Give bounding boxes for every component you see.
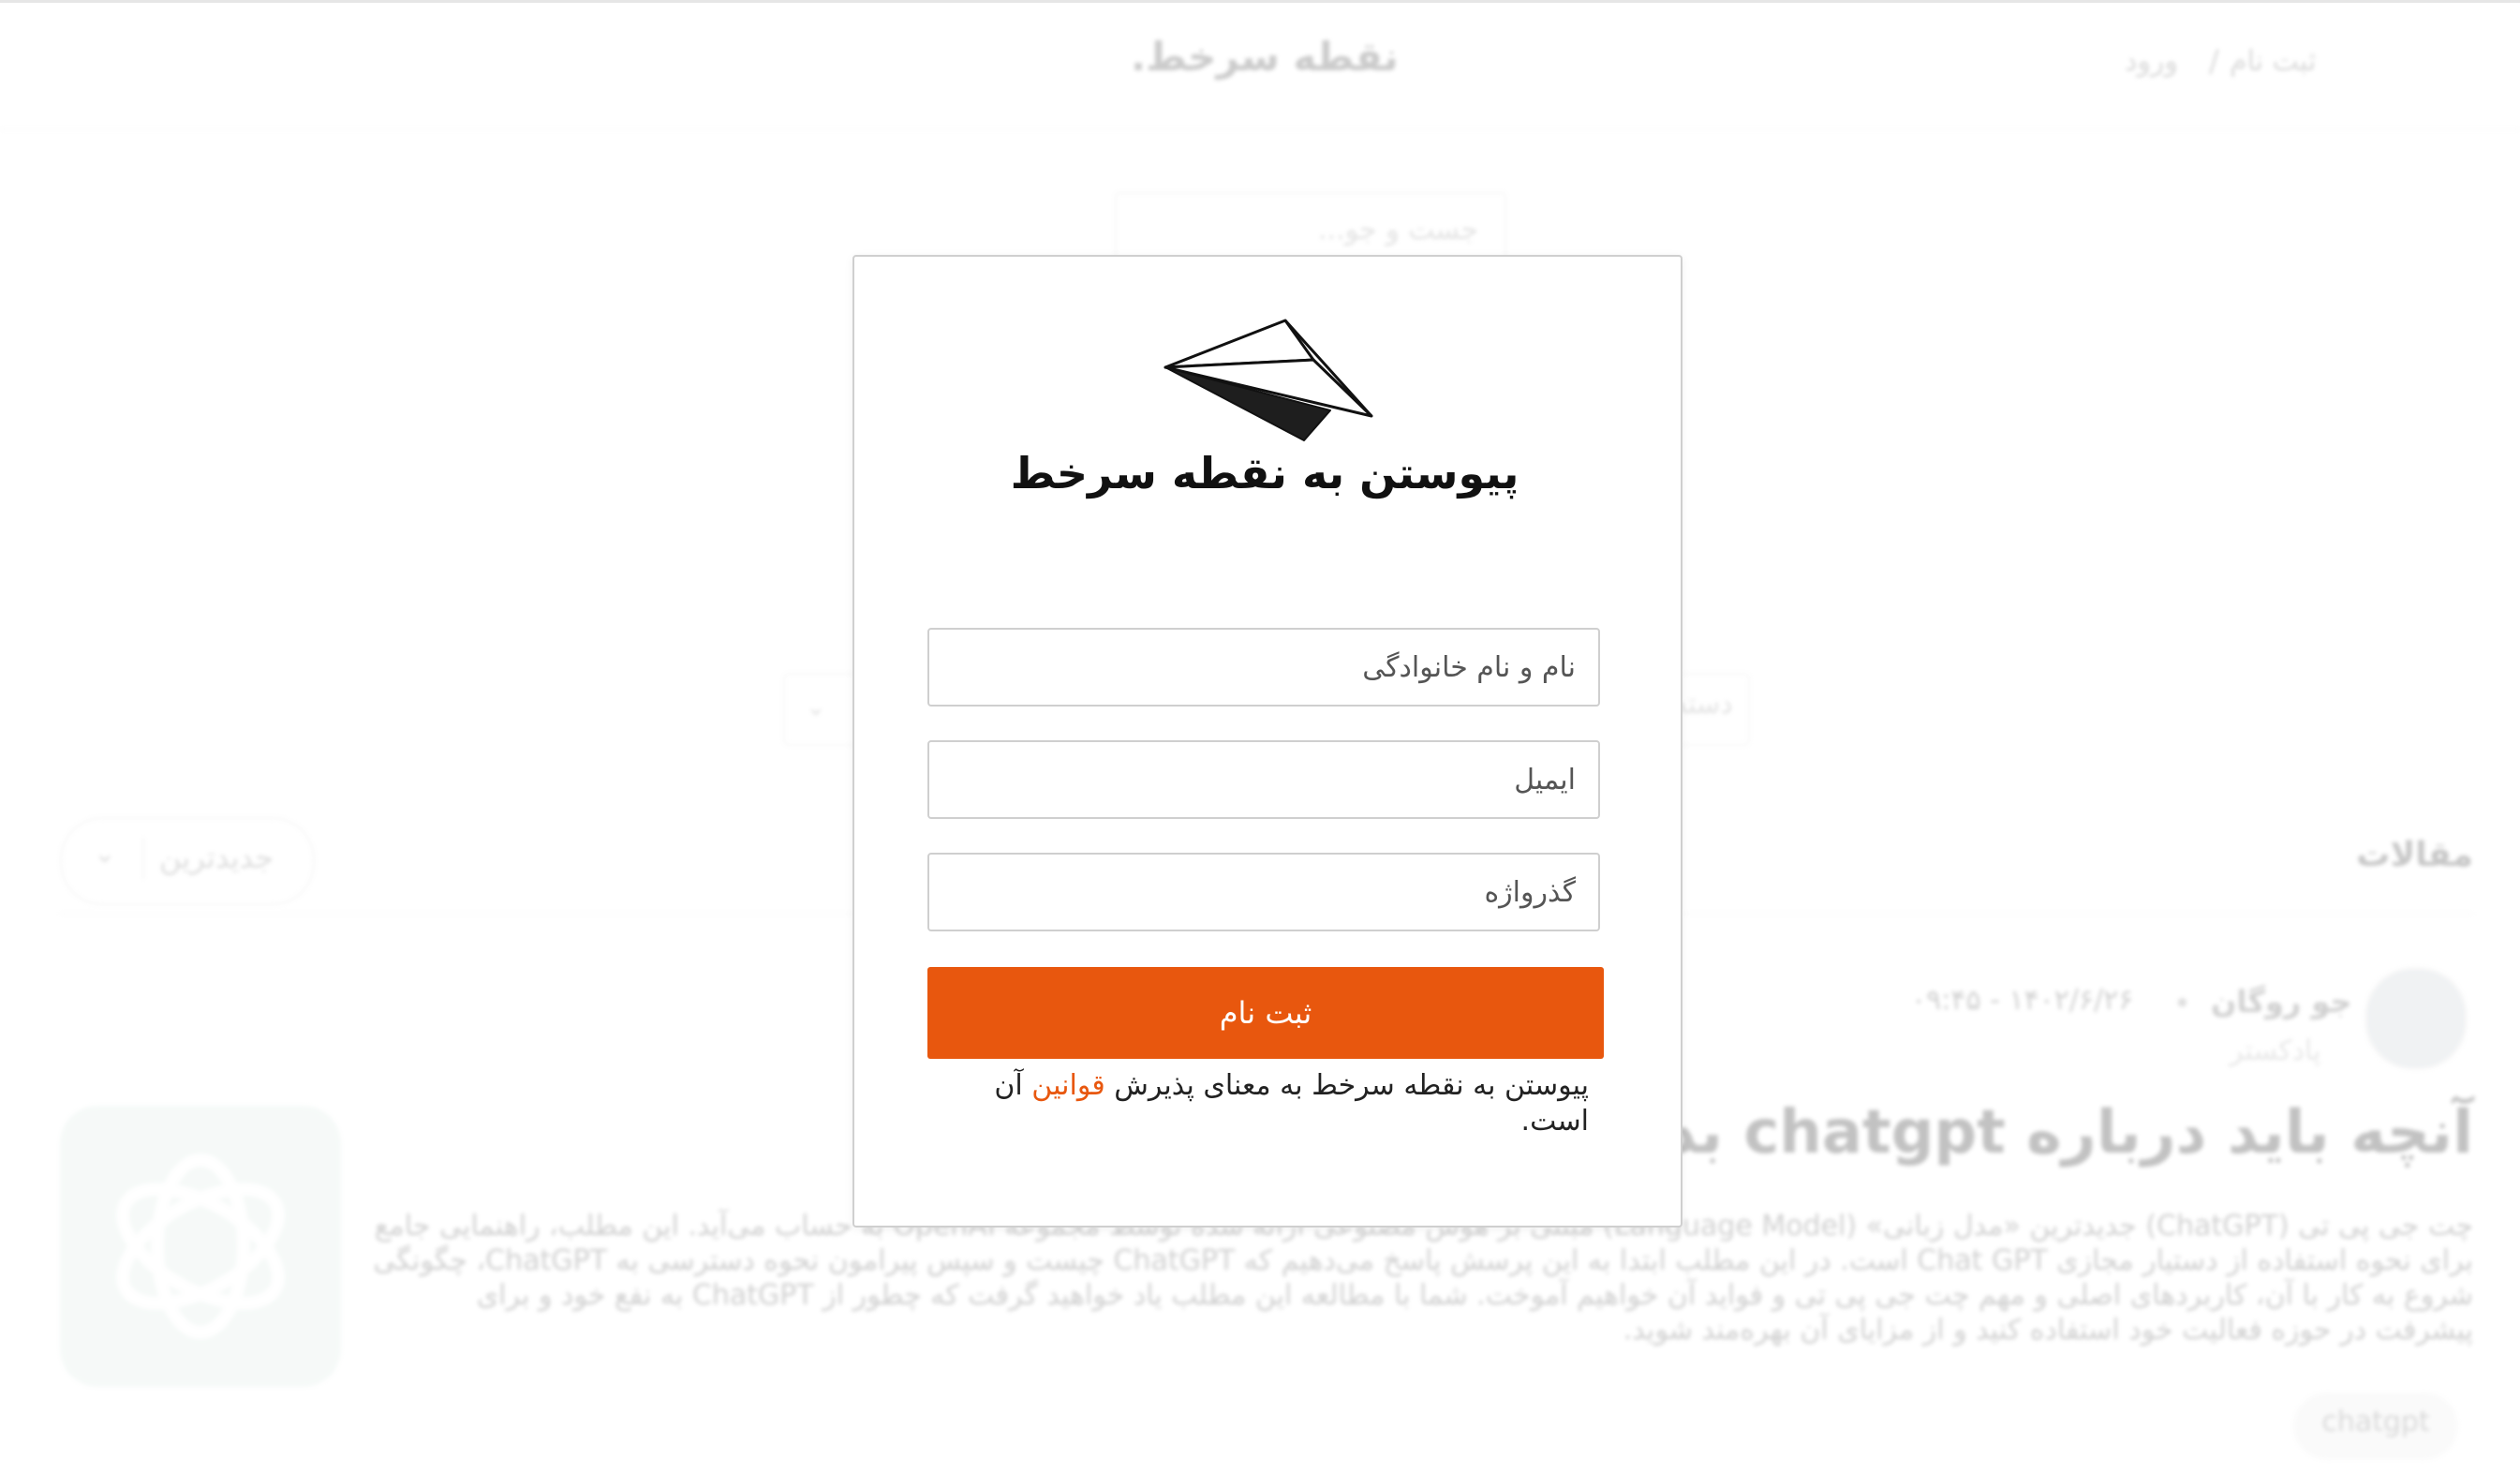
signup-submit-button[interactable]: ثبت نام <box>927 967 1604 1059</box>
email-input[interactable] <box>927 740 1600 819</box>
paper-plane-icon <box>1164 319 1373 441</box>
terms-prefix: پیوستن به نقطه سرخط به معنای پذیرش <box>1104 1069 1589 1102</box>
full-name-input[interactable] <box>927 628 1600 707</box>
password-input[interactable] <box>927 853 1600 931</box>
modal-title: پیوستن به نقطه سرخط <box>1010 448 1519 498</box>
terms-notice: پیوستن به نقطه سرخط به معنای پذیرش قوانی… <box>974 1068 1589 1139</box>
terms-link[interactable]: قوانین <box>1031 1069 1104 1102</box>
